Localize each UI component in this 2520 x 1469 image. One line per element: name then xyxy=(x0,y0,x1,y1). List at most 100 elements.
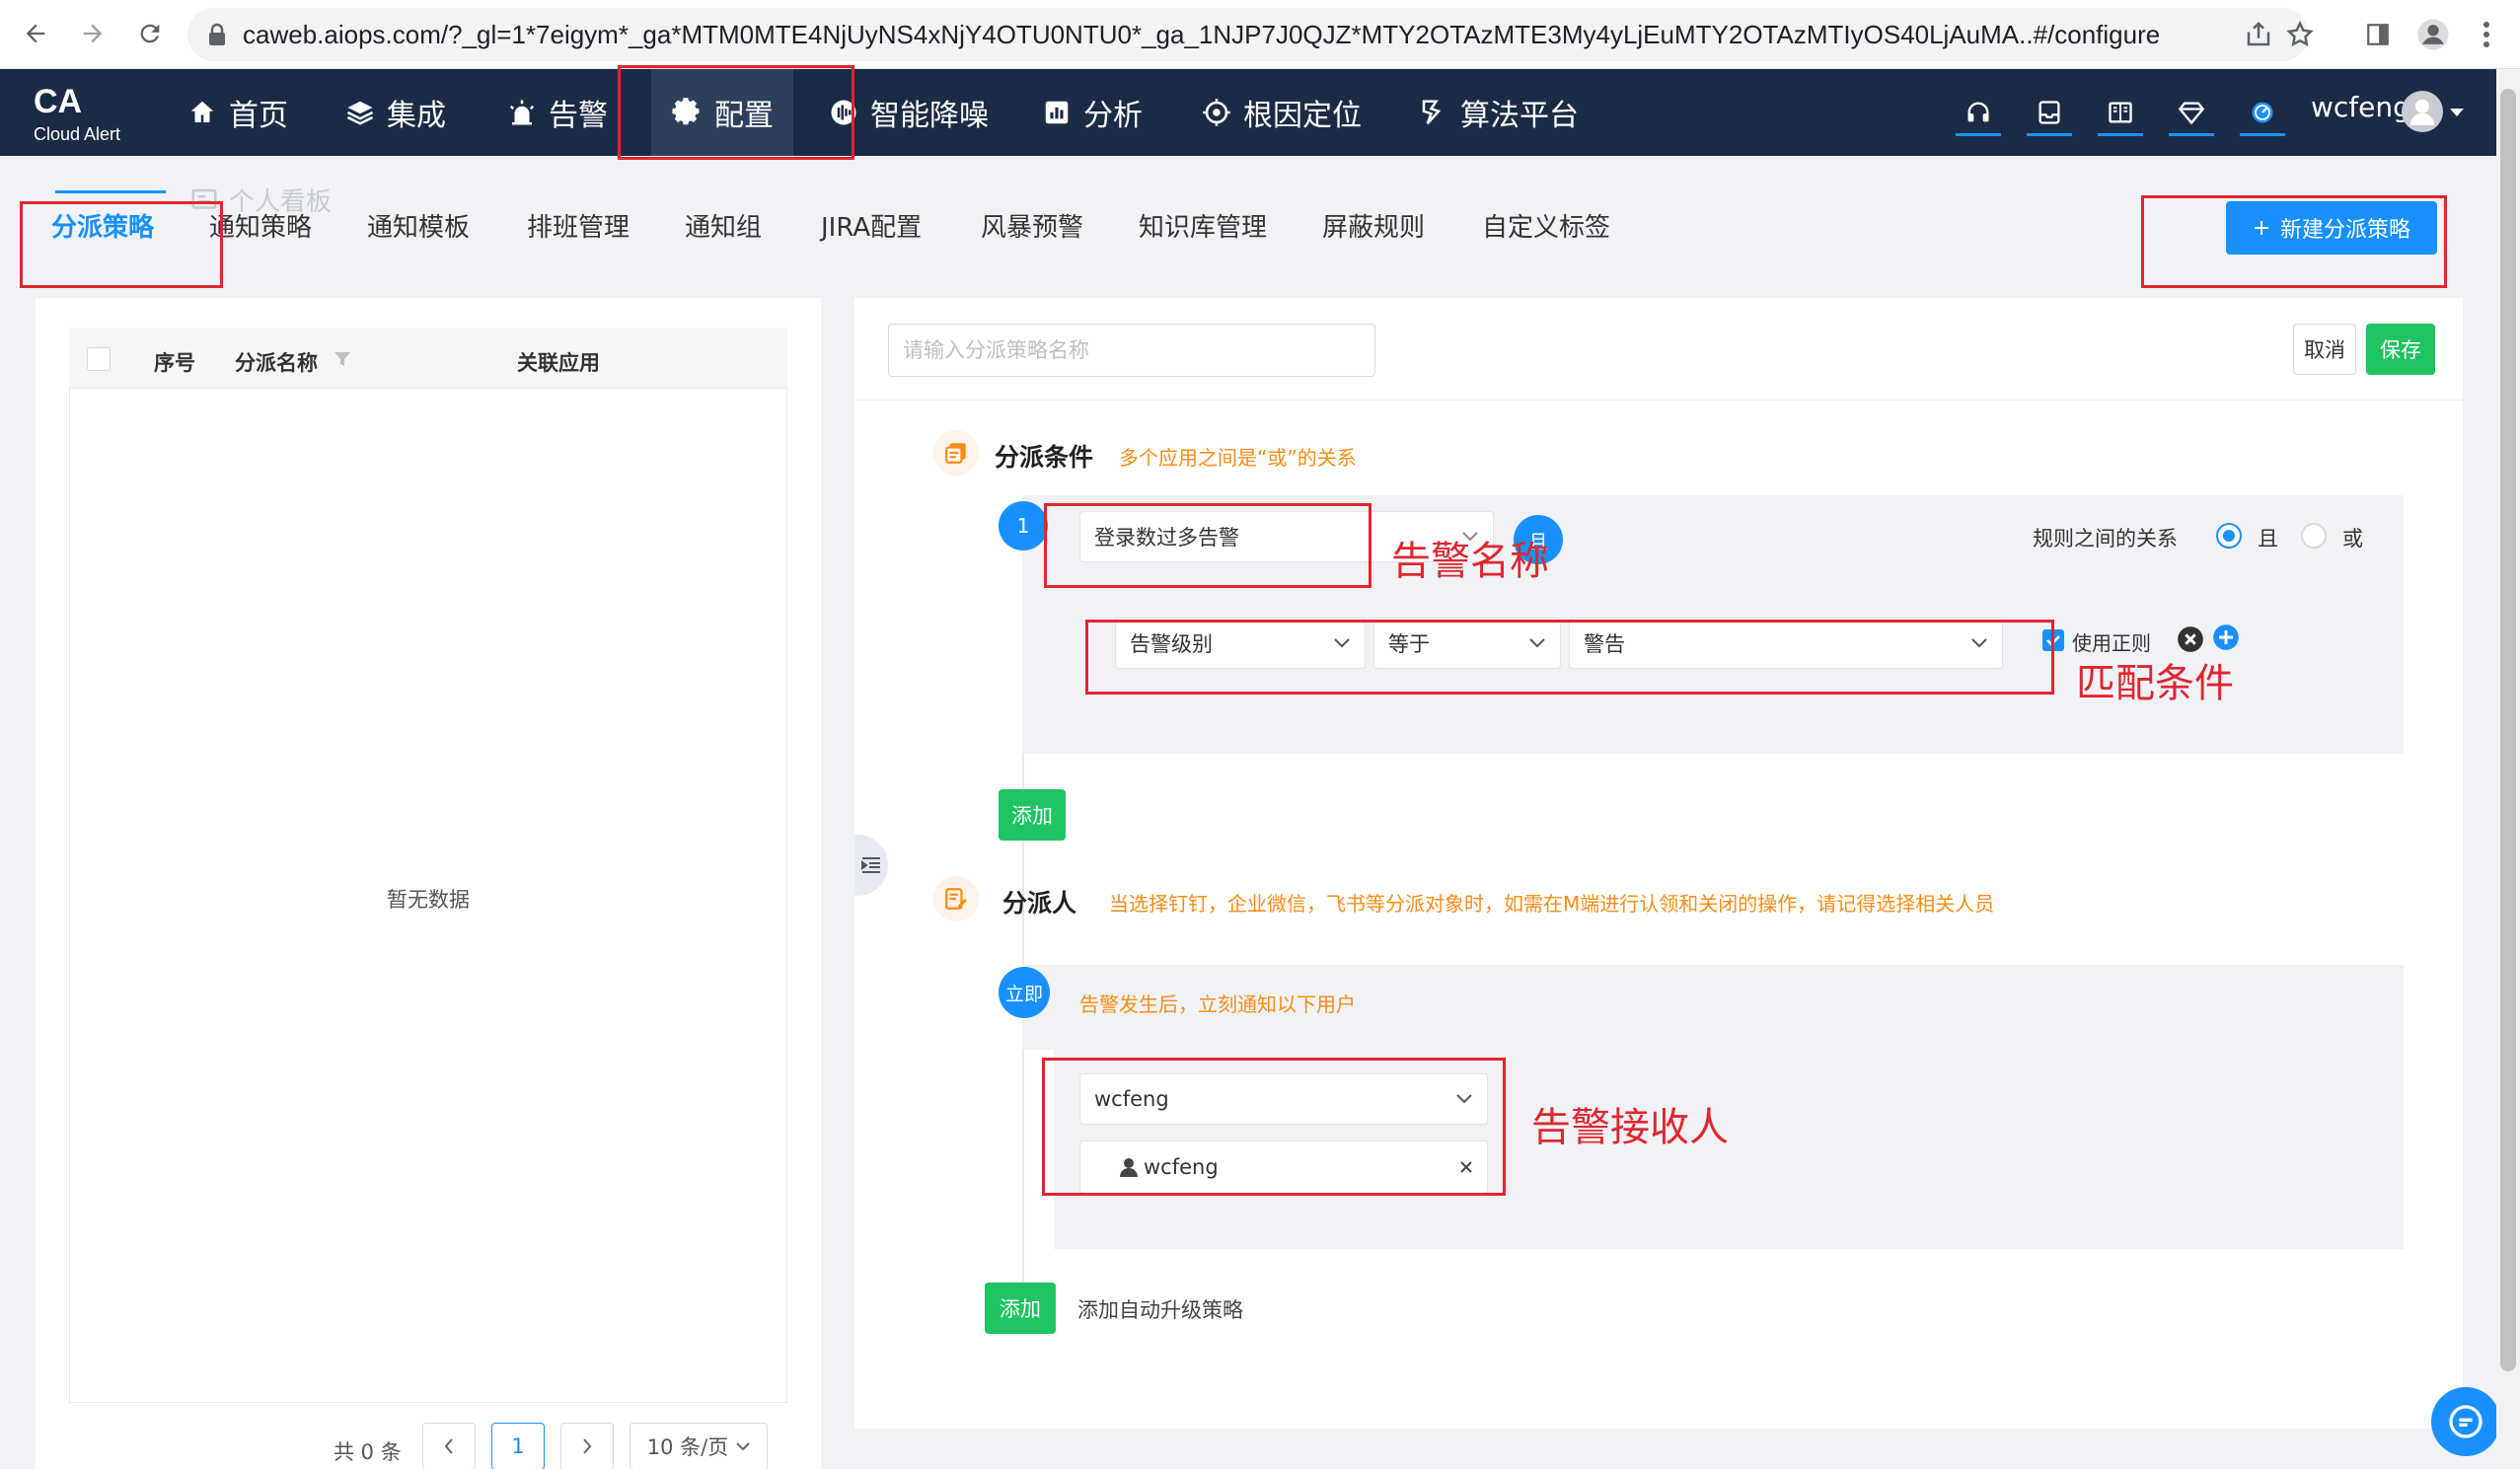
relation-or-radio[interactable] xyxy=(2301,523,2327,549)
book-icon[interactable] xyxy=(2098,91,2143,136)
nav-analysis[interactable]: 分析 xyxy=(1028,69,1156,156)
reload-icon[interactable] xyxy=(130,14,170,53)
condition-hint: 多个应用之间是“或”的关系 xyxy=(1119,446,1357,470)
page-number[interactable]: 1 xyxy=(491,1423,545,1469)
relation-label: 规则之间的关系 xyxy=(2033,527,2178,551)
nav-label: 智能降噪 xyxy=(870,99,989,133)
support-chat-button[interactable] xyxy=(2431,1387,2500,1456)
empty-state: 暂无数据 xyxy=(387,888,470,912)
nav-label: 集成 xyxy=(387,99,446,133)
tab-custom-tags[interactable]: 自定义标签 xyxy=(1482,207,1610,244)
add-condition-icon[interactable] xyxy=(2212,624,2240,651)
nav-label: 根因定位 xyxy=(1243,99,1362,133)
tab-storm-warning[interactable]: 风暴预警 xyxy=(981,207,1083,244)
dashboard-icon[interactable] xyxy=(2240,91,2285,136)
chart-icon xyxy=(1042,98,1072,127)
nav-algorithm[interactable]: 算法平台 xyxy=(1405,69,1593,156)
tab-schedule[interactable]: 排班管理 xyxy=(527,207,630,244)
tab-knowledge-base[interactable]: 知识库管理 xyxy=(1139,207,1267,244)
relation-and-label: 且 xyxy=(2258,527,2278,551)
user-name[interactable]: wcfeng xyxy=(2311,91,2410,123)
add-rule-button[interactable]: 添加 xyxy=(999,789,1066,841)
tab-notify-strategy[interactable]: 通知策略 xyxy=(209,207,312,244)
brand-logo[interactable]: CA xyxy=(34,83,82,121)
address-bar[interactable]: caweb.aiops.com/?_gl=1*7eigym*_ga*MTM0MT… xyxy=(187,8,2314,61)
prev-page-button[interactable] xyxy=(422,1423,476,1469)
scrollbar-thumb[interactable] xyxy=(2500,89,2516,1371)
headset-icon[interactable] xyxy=(1956,91,2001,136)
gem-icon[interactable] xyxy=(2169,91,2214,136)
kebab-menu-icon[interactable] xyxy=(2467,15,2506,54)
nav-root-cause[interactable]: 根因定位 xyxy=(1188,69,1375,156)
rule-index-badge: 1 xyxy=(999,501,1048,551)
back-icon[interactable] xyxy=(16,14,55,53)
relation-or-label: 或 xyxy=(2342,527,2363,551)
assignee-hint: 当选择钉钉，企业微信，飞书等分派对象时，如需在M端进行认领和关闭的操作，请记得选… xyxy=(1109,892,1995,916)
table-header: 序号 分派名称 关联应用 xyxy=(69,328,787,389)
condition-section-icon xyxy=(933,430,979,476)
select-all-checkbox[interactable] xyxy=(87,347,111,371)
caret-down-icon[interactable] xyxy=(2449,107,2465,118)
page-size-select[interactable]: 10 条/页 xyxy=(630,1423,768,1469)
col-name: 分派名称 xyxy=(235,351,318,375)
highlight-receiver xyxy=(1042,1058,1506,1196)
highlight-match-condition xyxy=(1085,620,2054,695)
profile-icon[interactable] xyxy=(2413,15,2453,54)
chevron-left-icon xyxy=(443,1437,455,1455)
nav-label: 首页 xyxy=(229,99,288,133)
brand-subtitle: Cloud Alert xyxy=(34,124,121,144)
tab-mute-rules[interactable]: 屏蔽规则 xyxy=(1322,207,1425,244)
cancel-button[interactable]: 取消 xyxy=(2293,324,2356,375)
remove-condition-icon[interactable] xyxy=(2177,625,2204,653)
pagination-total: 共 0 条 xyxy=(334,1440,402,1464)
tab-notify-template[interactable]: 通知模板 xyxy=(367,207,470,244)
highlight-dispatch-tab xyxy=(20,201,223,288)
add-escalation-button[interactable]: 添加 xyxy=(985,1283,1056,1334)
annotation-receiver: 告警接收人 xyxy=(1531,1105,1729,1150)
nav-label: 算法平台 xyxy=(1460,99,1579,133)
highlight-config-nav xyxy=(618,65,854,160)
assignee-title: 分派人 xyxy=(1002,889,1077,918)
annotation-match: 匹配条件 xyxy=(2076,661,2234,706)
forward-icon[interactable] xyxy=(73,14,112,53)
col-app: 关联应用 xyxy=(517,351,600,375)
star-icon[interactable] xyxy=(2285,20,2315,49)
condition-title: 分派条件 xyxy=(995,443,1094,472)
chat-icon xyxy=(2446,1402,2485,1441)
indent-icon xyxy=(859,853,883,877)
next-page-button[interactable] xyxy=(560,1423,614,1469)
lock-icon xyxy=(207,23,227,46)
sidepanel-icon[interactable] xyxy=(2358,15,2398,54)
filter-icon[interactable] xyxy=(334,351,351,367)
share-icon[interactable] xyxy=(2244,20,2273,49)
nav-label: 分析 xyxy=(1083,99,1143,133)
home-icon xyxy=(187,98,217,127)
nav-home[interactable]: 首页 xyxy=(174,69,302,156)
url-text: caweb.aiops.com/?_gl=1*7eigym*_ga*MTM0MT… xyxy=(243,20,2161,49)
strategy-form-panel xyxy=(854,298,2463,1429)
annotation-alert-name: 告警名称 xyxy=(1391,539,1549,584)
tab-notify-group[interactable]: 通知组 xyxy=(685,207,762,244)
immediate-badge: 立即 xyxy=(999,967,1050,1018)
browser-toolbar: caweb.aiops.com/?_gl=1*7eigym*_ga*MTM0MT… xyxy=(0,0,2520,69)
page-size-label: 10 条/页 xyxy=(646,1435,729,1459)
alarm-icon xyxy=(507,98,537,127)
tab-jira[interactable]: JIRA配置 xyxy=(821,207,922,244)
tab-indicator xyxy=(55,190,166,193)
relation-and-radio[interactable] xyxy=(2216,523,2242,549)
strategy-name-input[interactable]: 请输入分派策略名称 xyxy=(888,324,1375,377)
divider xyxy=(854,400,2463,401)
app-header: CA Cloud Alert 首页 集成 告警 配置 智能降噪 分析 根因定位 … xyxy=(0,69,2496,156)
nav-label: 告警 xyxy=(549,99,608,133)
avatar[interactable] xyxy=(2402,91,2443,132)
inbox-icon[interactable] xyxy=(2027,91,2072,136)
strategy-table xyxy=(69,328,787,1403)
col-index: 序号 xyxy=(154,351,195,375)
save-button[interactable]: 保存 xyxy=(2366,324,2435,375)
nav-alert[interactable]: 告警 xyxy=(493,69,622,156)
nav-integration[interactable]: 集成 xyxy=(332,69,460,156)
chevron-down-icon xyxy=(736,1441,750,1451)
highlight-alert-name xyxy=(1044,503,1371,588)
chevron-right-icon xyxy=(581,1437,593,1455)
layers-icon xyxy=(345,98,375,127)
